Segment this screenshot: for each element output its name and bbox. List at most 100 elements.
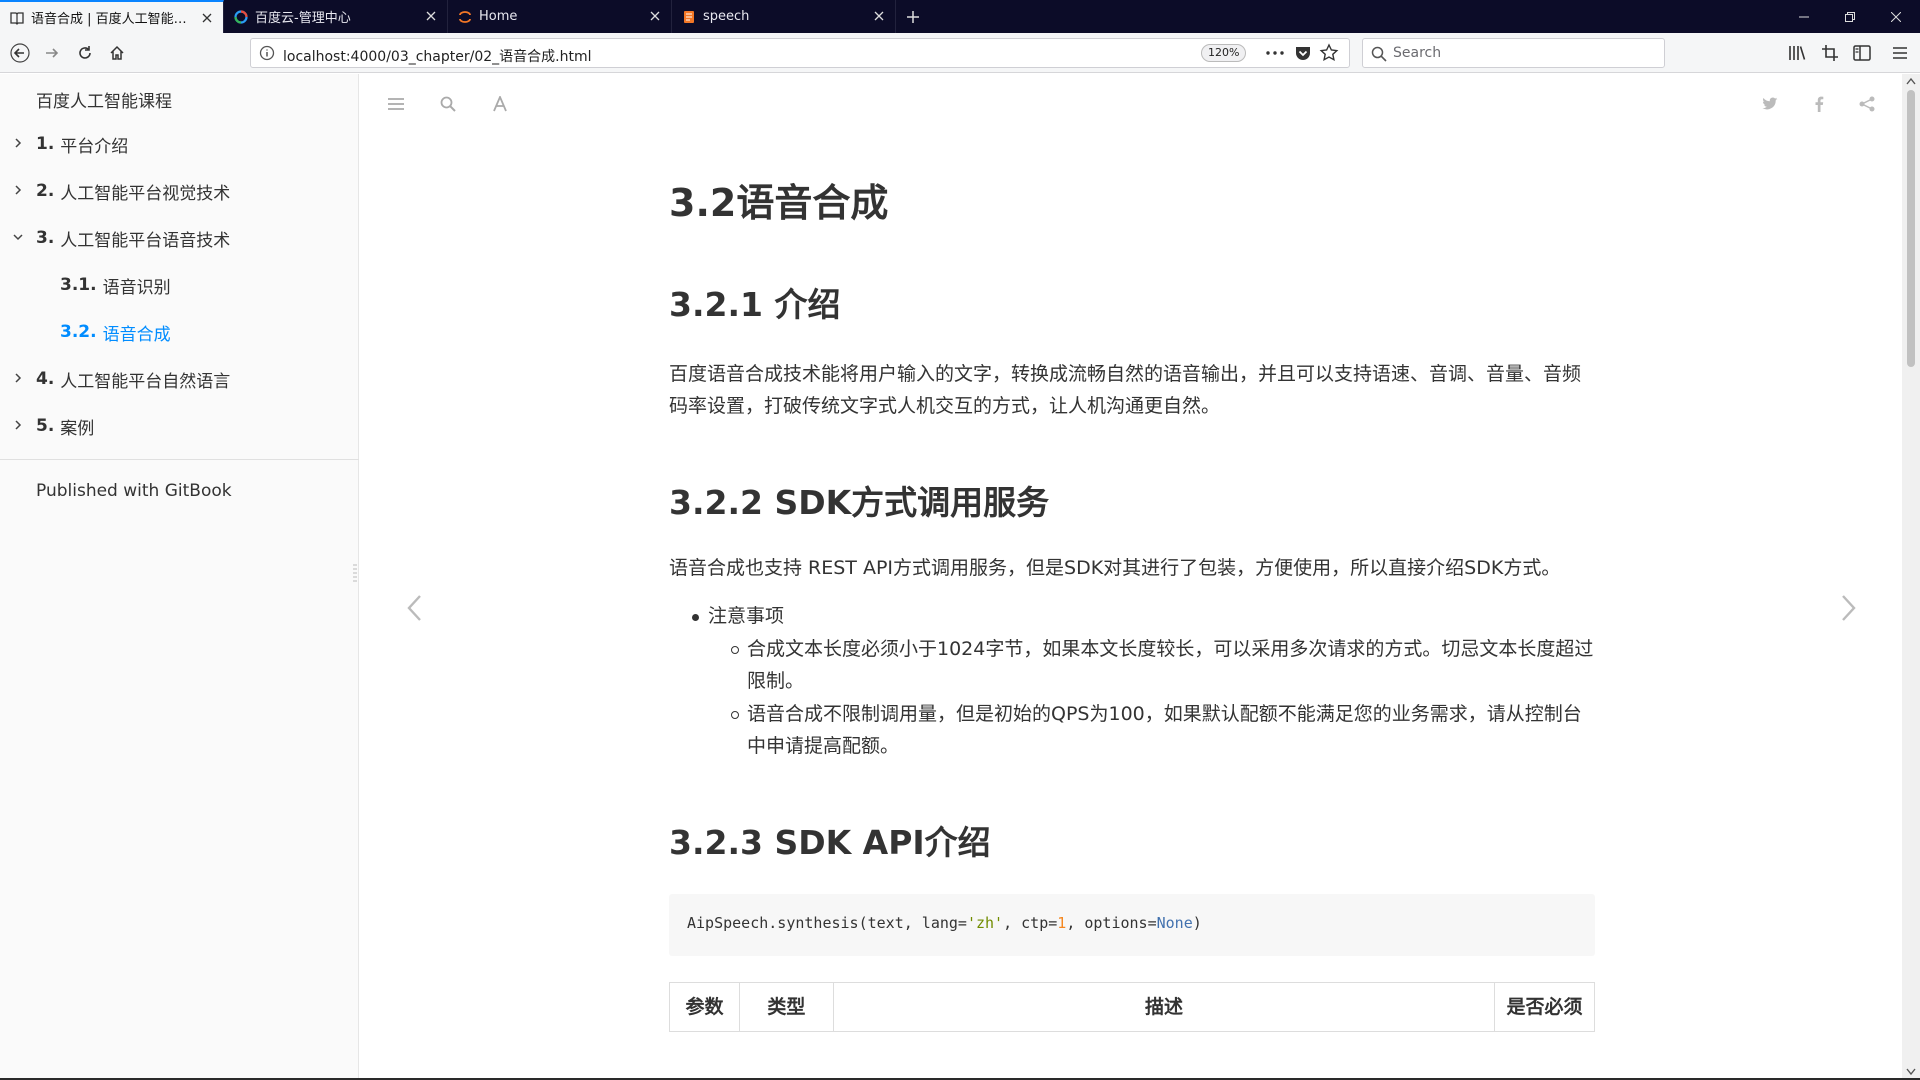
sidebar-item-speech-recognition[interactable]: 3.1. 语音识别 xyxy=(0,265,359,305)
bullet-icon xyxy=(731,711,739,719)
chevron-right-icon[interactable] xyxy=(12,137,24,149)
parameter-table: 参数 类型 描述 是否必须 xyxy=(669,982,1595,1032)
font-settings-button[interactable] xyxy=(490,94,510,114)
chevron-down-icon[interactable] xyxy=(12,231,24,243)
bullet-icon xyxy=(731,646,739,654)
url-text[interactable]: localhost:4000/03_chapter/02_语音合成.html xyxy=(283,46,592,66)
jupyter-icon xyxy=(458,10,472,24)
sidebar-item-label: 语音合成 xyxy=(102,324,171,345)
tab-label: 百度云-管理中心 xyxy=(255,11,351,26)
baidu-cloud-icon xyxy=(234,9,248,24)
vertical-scrollbar[interactable] xyxy=(1902,74,1920,1079)
share-icon xyxy=(1859,96,1875,112)
sidebar-item-number: 1. xyxy=(36,134,55,154)
tab-baidu-cloud[interactable]: 百度云-管理中心 xyxy=(224,0,448,33)
home-button[interactable] xyxy=(103,39,131,67)
table-header-param: 参数 xyxy=(669,982,740,1032)
resize-handle-icon[interactable] xyxy=(353,564,357,582)
code-line[interactable]: AipSpeech.synthesis(text, lang='zh', ctp… xyxy=(687,914,1202,932)
sidebar-divider xyxy=(0,459,359,460)
hamburger-icon xyxy=(1893,47,1907,59)
chevron-right-icon[interactable] xyxy=(12,372,24,384)
reload-button[interactable] xyxy=(71,39,99,67)
close-icon[interactable] xyxy=(647,8,663,24)
sidebar-item-speech[interactable]: 3. 人工智能平台语音技术 xyxy=(0,218,359,258)
close-icon[interactable] xyxy=(199,10,215,26)
search-bar[interactable]: Search xyxy=(1362,38,1665,68)
screenshot-button[interactable] xyxy=(1819,42,1841,64)
table-header-row: 参数 类型 描述 是否必须 xyxy=(669,982,1595,1032)
page-title: 3.2语音合成 xyxy=(669,181,889,225)
page-actions-button[interactable] xyxy=(1263,43,1287,63)
twitter-icon xyxy=(1762,97,1778,110)
library-button[interactable] xyxy=(1786,42,1808,64)
hamburger-icon xyxy=(388,98,404,110)
section-heading-intro: 3.2.1 介绍 xyxy=(669,285,841,324)
sidebar-item-nlp[interactable]: 4. 人工智能平台自然语言 xyxy=(0,359,359,399)
forward-button[interactable] xyxy=(38,39,66,67)
search-icon xyxy=(1371,46,1387,62)
sidebar-item-number: 2. xyxy=(36,181,55,201)
share-facebook-button[interactable] xyxy=(1809,94,1829,114)
intro-paragraph: 百度语音合成技术能将用户输入的文字，转换成流畅自然的语音输出，并且可以支持语速、… xyxy=(669,363,1582,417)
code-block[interactable]: AipSpeech.synthesis(text, lang='zh', ctp… xyxy=(669,894,1595,956)
close-icon[interactable] xyxy=(423,8,439,24)
ellipsis-icon xyxy=(1266,51,1284,55)
font-icon xyxy=(493,96,507,112)
table-header-type: 类型 xyxy=(738,982,834,1032)
close-icon[interactable] xyxy=(871,8,887,24)
chevron-right-icon[interactable] xyxy=(12,184,24,196)
sidebar-item-number: 4. xyxy=(36,369,55,389)
zoom-level-badge[interactable]: 120% xyxy=(1201,44,1247,62)
sidebar-toggle-button[interactable] xyxy=(1851,42,1873,64)
scrollbar-thumb[interactable] xyxy=(1907,90,1915,367)
sidebar-item-number: 5. xyxy=(36,416,55,436)
chevron-right-icon xyxy=(1842,595,1856,621)
sdk-paragraph: 语音合成也支持 REST API方式调用服务，但是SDK对其进行了包装，方便使用… xyxy=(669,557,1561,579)
back-button[interactable] xyxy=(6,39,34,67)
url-bar[interactable]: localhost:4000/03_chapter/02_语音合成.html 1… xyxy=(250,38,1350,68)
tab-speech-synthesis[interactable]: 语音合成 | 百度人工智能课程 xyxy=(0,0,224,33)
sidebar-item-speech-synthesis[interactable]: 3.2. 语音合成 xyxy=(0,312,359,352)
sidebar-item-platform-intro[interactable]: 1. 平台介绍 xyxy=(0,124,359,164)
minimize-button[interactable] xyxy=(1781,0,1827,33)
sidebar-item-cases[interactable]: 5. 案例 xyxy=(0,406,359,446)
tab-label: 语音合成 | 百度人工智能课程 xyxy=(31,12,193,27)
share-button[interactable] xyxy=(1857,94,1877,114)
chevron-right-icon[interactable] xyxy=(12,419,24,431)
search-toggle-button[interactable] xyxy=(438,94,458,114)
scroll-down-icon[interactable] xyxy=(1906,1068,1916,1076)
new-tab-button[interactable] xyxy=(896,0,930,33)
scroll-up-icon[interactable] xyxy=(1906,77,1916,85)
info-icon[interactable] xyxy=(259,45,275,61)
table-header-required: 是否必须 xyxy=(1494,982,1595,1032)
minimize-icon xyxy=(1799,16,1809,17)
book-summary-sidebar: 百度人工智能课程 1. 平台介绍 2. 人工智能平台视觉技术 3. 人工智能平台… xyxy=(0,74,359,1079)
plus-icon xyxy=(907,10,919,23)
next-page-button[interactable] xyxy=(1830,590,1866,626)
sidebar-item-number: 3. xyxy=(36,228,55,248)
tab-speech-notebook[interactable]: speech xyxy=(672,0,896,33)
close-window-button[interactable] xyxy=(1873,0,1919,33)
previous-page-button[interactable] xyxy=(397,590,433,626)
sidebar-book-title[interactable]: 百度人工智能课程 xyxy=(36,87,172,112)
restore-icon xyxy=(1845,11,1855,22)
facebook-icon xyxy=(1815,96,1824,112)
book-icon xyxy=(10,11,24,25)
menu-button[interactable] xyxy=(1889,42,1911,64)
search-placeholder: Search xyxy=(1393,45,1442,61)
table-header-description: 描述 xyxy=(832,982,1496,1032)
sidebar-item-number: 3.2. xyxy=(60,322,97,342)
pocket-icon[interactable] xyxy=(1293,43,1313,63)
sidebar-item-number: 3.1. xyxy=(60,275,97,295)
tab-jupyter-home[interactable]: Home xyxy=(448,0,672,33)
note-text: 合成文本长度必须小于1024字节，如果本文长度较长，可以采用多次请求的方式。切忌… xyxy=(747,638,1594,692)
toggle-sidebar-button[interactable] xyxy=(386,94,406,114)
home-icon xyxy=(110,45,124,60)
published-with-gitbook-link[interactable]: Published with GitBook xyxy=(36,481,232,501)
share-twitter-button[interactable] xyxy=(1760,94,1780,114)
sidebar-item-label: 平台介绍 xyxy=(60,136,129,157)
restore-button[interactable] xyxy=(1827,0,1873,33)
sidebar-item-vision[interactable]: 2. 人工智能平台视觉技术 xyxy=(0,171,359,211)
bookmark-star-icon[interactable] xyxy=(1319,43,1339,63)
